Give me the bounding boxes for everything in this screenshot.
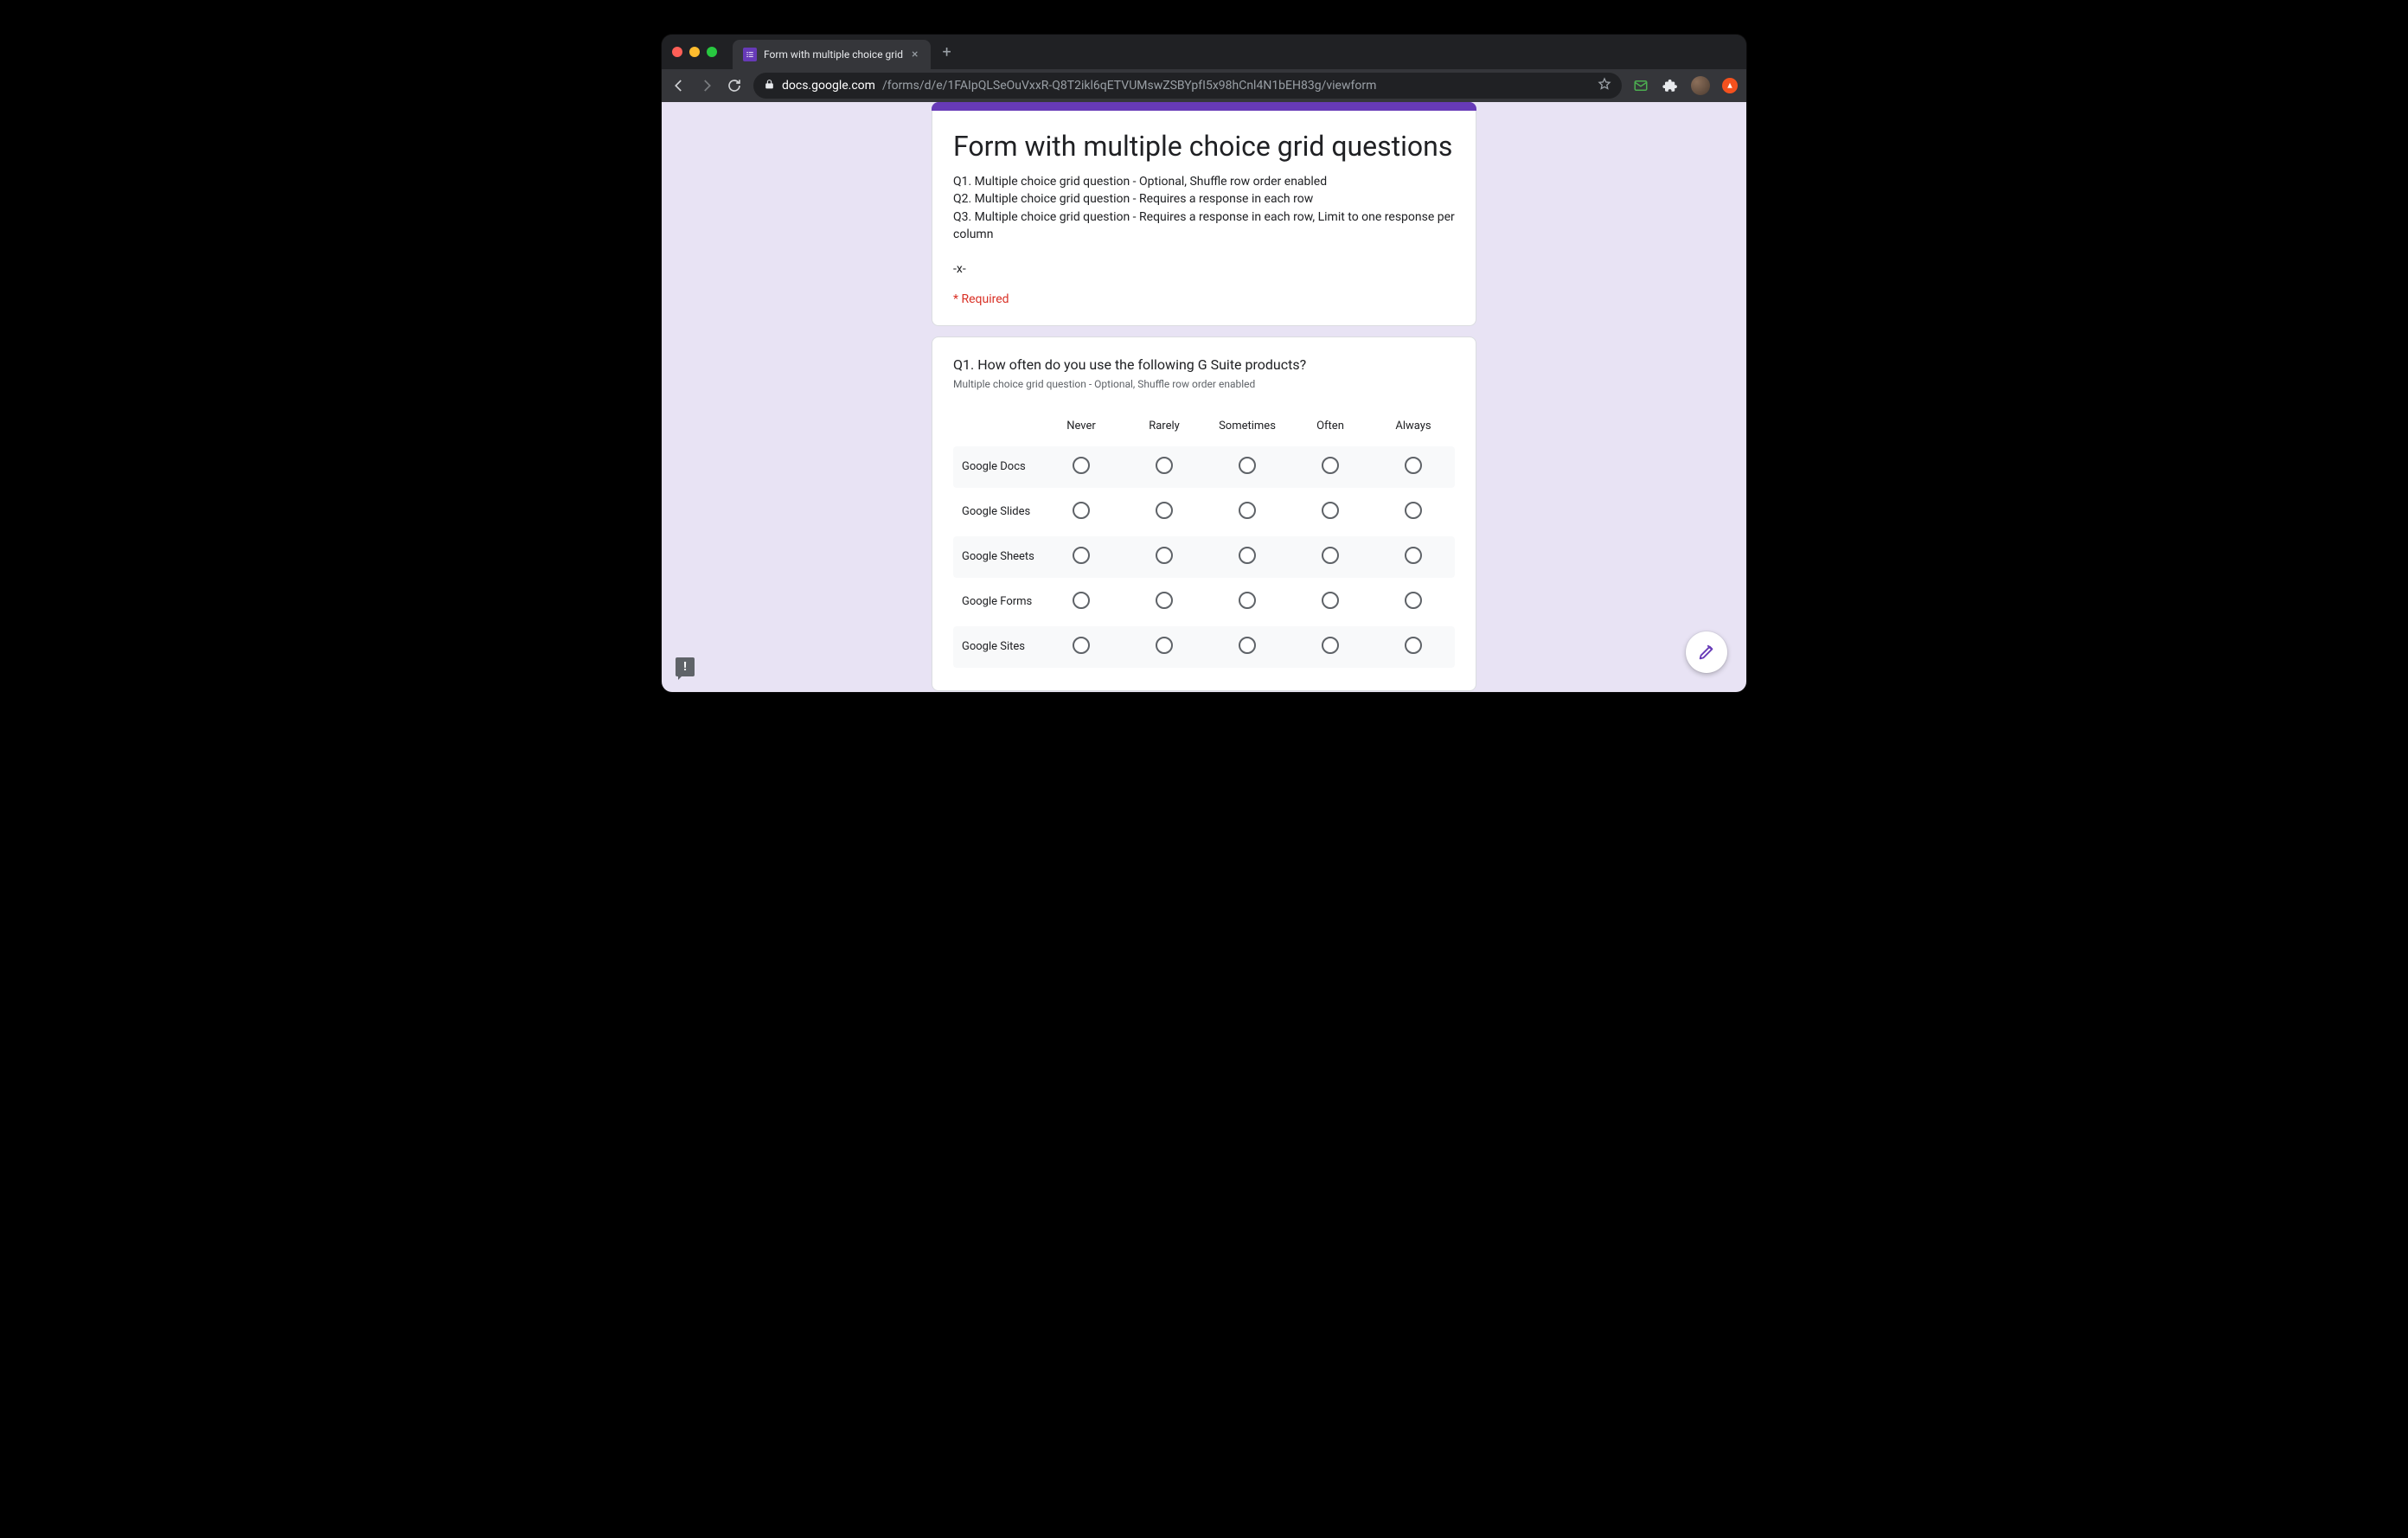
grid-radio[interactable] <box>1073 457 1090 474</box>
grid-col-header: Often <box>1289 411 1372 443</box>
grid-radio[interactable] <box>1322 637 1339 654</box>
grid-col-header: Rarely <box>1123 411 1206 443</box>
grid-radio[interactable] <box>1156 502 1173 519</box>
grid-row-label: Google Sheets <box>953 536 1040 578</box>
grid-radio[interactable] <box>1322 457 1339 474</box>
grid-row: Google Forms <box>953 581 1455 623</box>
url-path: /forms/d/e/1FAIpQLSeOuVxxR-Q8T2ikl6qETVU… <box>882 79 1376 93</box>
edit-form-fab[interactable] <box>1686 631 1727 673</box>
window-controls <box>672 47 717 57</box>
new-tab-button[interactable]: + <box>931 43 964 61</box>
browser-window: Form with multiple choice grid × + docs.… <box>662 35 1746 692</box>
form-title: Form with multiple choice grid questions <box>953 130 1455 163</box>
bookmark-star-icon[interactable] <box>1598 77 1611 94</box>
grid-radio[interactable] <box>1322 547 1339 564</box>
forward-button[interactable] <box>698 77 715 94</box>
grid-radio[interactable] <box>1073 502 1090 519</box>
question-title: Q1. How often do you use the following G… <box>953 356 1455 373</box>
grid-radio[interactable] <box>1322 592 1339 609</box>
tab-title: Form with multiple choice grid <box>764 48 903 61</box>
form-header-card: Form with multiple choice grid questions… <box>932 111 1476 326</box>
url-host: docs.google.com <box>782 79 875 93</box>
profile-avatar[interactable] <box>1691 76 1710 95</box>
grid-radio[interactable] <box>1405 457 1422 474</box>
toolbar-right <box>1632 76 1738 95</box>
grid-question-table: Never Rarely Sometimes Often Always Goog… <box>953 407 1455 671</box>
close-window-button[interactable] <box>672 47 682 57</box>
extensions-icon[interactable] <box>1662 77 1679 94</box>
grid-radio[interactable] <box>1073 547 1090 564</box>
page-viewport[interactable]: Form with multiple choice grid questions… <box>662 102 1746 692</box>
grid-radio[interactable] <box>1156 592 1173 609</box>
browser-toolbar: docs.google.com/forms/d/e/1FAIpQLSeOuVxx… <box>662 69 1746 102</box>
grid-radio[interactable] <box>1239 457 1256 474</box>
maximize-window-button[interactable] <box>707 47 717 57</box>
grid-radio[interactable] <box>1405 637 1422 654</box>
grid-row: Google Sites <box>953 626 1455 668</box>
form-accent-bar <box>932 102 1476 111</box>
grid-radio[interactable] <box>1073 637 1090 654</box>
grid-radio[interactable] <box>1405 502 1422 519</box>
grid-radio[interactable] <box>1405 592 1422 609</box>
forms-favicon-icon <box>743 48 757 61</box>
grid-radio[interactable] <box>1156 547 1173 564</box>
grid-row: Google Docs <box>953 446 1455 488</box>
address-bar[interactable]: docs.google.com/forms/d/e/1FAIpQLSeOuVxx… <box>753 73 1622 99</box>
grid-radio[interactable] <box>1073 592 1090 609</box>
grid-row-label: Google Docs <box>953 446 1040 488</box>
required-legend: * Required <box>953 292 1455 306</box>
grid-col-header: Sometimes <box>1206 411 1289 443</box>
grid-radio[interactable] <box>1239 502 1256 519</box>
grid-row-label: Google Sites <box>953 626 1040 668</box>
titlebar: Form with multiple choice grid × + <box>662 35 1746 69</box>
grid-col-header: Never <box>1040 411 1123 443</box>
report-problem-button[interactable]: ! <box>676 657 695 676</box>
form-description: Q1. Multiple choice grid question - Opti… <box>953 173 1455 279</box>
grid-radio[interactable] <box>1239 637 1256 654</box>
lock-icon <box>764 79 775 93</box>
grid-radio[interactable] <box>1156 457 1173 474</box>
tab-close-button[interactable]: × <box>910 48 919 61</box>
question-card-q1: Q1. How often do you use the following G… <box>932 336 1476 691</box>
mail-extension-icon[interactable] <box>1632 77 1649 94</box>
grid-row: Google Sheets <box>953 536 1455 578</box>
form-container: Form with multiple choice grid questions… <box>932 102 1476 691</box>
grid-radio[interactable] <box>1156 637 1173 654</box>
grid-radio[interactable] <box>1405 547 1422 564</box>
grid-radio[interactable] <box>1322 502 1339 519</box>
grid-row: Google Slides <box>953 491 1455 533</box>
profile-badge-icon[interactable] <box>1722 78 1738 93</box>
back-button[interactable] <box>670 77 688 94</box>
reload-button[interactable] <box>726 77 743 94</box>
grid-radio[interactable] <box>1239 547 1256 564</box>
grid-radio[interactable] <box>1239 592 1256 609</box>
browser-tab[interactable]: Form with multiple choice grid × <box>733 40 931 69</box>
question-subtitle: Multiple choice grid question - Optional… <box>953 378 1455 390</box>
grid-corner <box>953 411 1040 443</box>
grid-row-label: Google Slides <box>953 491 1040 533</box>
grid-row-label: Google Forms <box>953 581 1040 623</box>
grid-col-header: Always <box>1372 411 1455 443</box>
minimize-window-button[interactable] <box>689 47 700 57</box>
